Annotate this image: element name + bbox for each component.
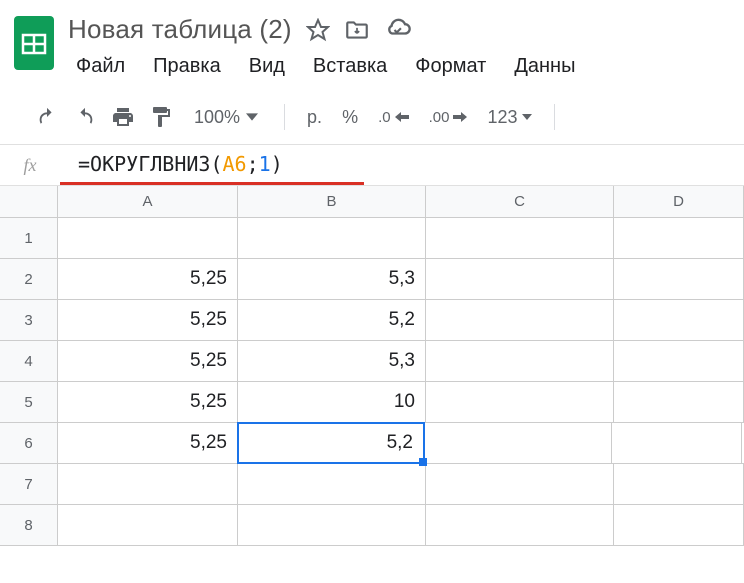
cell[interactable] [614, 341, 744, 381]
cell[interactable] [426, 259, 614, 299]
row-2: 2 5,25 5,3 [0, 259, 744, 300]
increase-decimal-button[interactable]: .00 [421, 100, 476, 134]
cell[interactable]: 5,25 [58, 300, 238, 340]
cell[interactable]: 5,25 [58, 259, 238, 299]
row-header[interactable]: 2 [0, 259, 58, 299]
row-header[interactable]: 3 [0, 300, 58, 340]
menu-format[interactable]: Формат [407, 53, 494, 80]
chevron-down-icon [522, 113, 532, 121]
col-header-c[interactable]: C [426, 186, 614, 217]
paint-format-button[interactable] [144, 100, 178, 134]
spreadsheet-grid: A B C D 1 2 5,25 5,3 3 5,25 5,2 4 5,25 5… [0, 186, 744, 546]
column-headers: A B C D [0, 186, 744, 218]
row-header[interactable]: 5 [0, 382, 58, 422]
row-header[interactable]: 4 [0, 341, 58, 381]
chevron-down-icon [246, 111, 258, 123]
cell[interactable] [58, 505, 238, 545]
sheets-app-icon[interactable] [8, 8, 60, 78]
row-1: 1 [0, 218, 744, 259]
cell[interactable] [614, 382, 744, 422]
fill-handle[interactable] [419, 458, 427, 466]
cell[interactable]: 5,3 [238, 259, 426, 299]
cell[interactable] [614, 218, 744, 258]
row-header[interactable]: 8 [0, 505, 58, 545]
menu-insert[interactable]: Вставка [305, 53, 395, 80]
row-3: 3 5,25 5,2 [0, 300, 744, 341]
cell[interactable] [58, 464, 238, 504]
col-header-a[interactable]: A [58, 186, 238, 217]
row-8: 8 [0, 505, 744, 546]
cell[interactable] [58, 218, 238, 258]
cell[interactable] [614, 505, 744, 545]
menu-view[interactable]: Вид [241, 53, 293, 80]
cell[interactable] [614, 259, 744, 299]
menu-file[interactable]: Файл [68, 53, 133, 80]
cell[interactable]: 5,2 [238, 300, 426, 340]
row-header[interactable]: 6 [0, 423, 58, 463]
cell[interactable]: 10 [238, 382, 426, 422]
cloud-status-icon[interactable] [384, 16, 412, 44]
cell[interactable] [426, 382, 614, 422]
percent-button[interactable]: % [334, 100, 366, 134]
cell[interactable] [238, 218, 426, 258]
row-4: 4 5,25 5,3 [0, 341, 744, 382]
title-area: Новая таблица (2) Файл Правка Вид Вставк… [60, 8, 744, 90]
cell[interactable]: 5,3 [238, 341, 426, 381]
cell[interactable] [426, 300, 614, 340]
separator [554, 104, 555, 130]
cell[interactable] [614, 464, 744, 504]
star-icon[interactable] [306, 18, 330, 42]
toolbar: 100% р. % .0 .00 123 [0, 90, 744, 144]
decrease-decimal-button[interactable]: .0 [370, 100, 417, 134]
active-cell[interactable]: 5,2 [237, 422, 425, 464]
currency-button[interactable]: р. [299, 100, 330, 134]
formula-bar: fx =ОКРУГЛВНИЗ(A6;1) [0, 144, 744, 186]
redo-button[interactable] [68, 100, 102, 134]
cell[interactable] [426, 464, 614, 504]
cell[interactable] [612, 423, 742, 463]
cell[interactable] [614, 300, 744, 340]
row-6: 6 5,25 5,2 [0, 423, 744, 464]
separator [284, 104, 285, 130]
cell[interactable] [238, 464, 426, 504]
zoom-value: 100% [194, 107, 240, 128]
cell[interactable] [426, 341, 614, 381]
title-row: Новая таблица (2) [68, 8, 744, 47]
formula-input[interactable]: =ОКРУГЛВНИЗ(A6;1) [60, 145, 364, 185]
col-header-b[interactable]: B [238, 186, 426, 217]
print-button[interactable] [106, 100, 140, 134]
arrow-left-icon [395, 112, 409, 122]
cell[interactable]: 5,25 [58, 341, 238, 381]
menu-edit[interactable]: Правка [145, 53, 229, 80]
arrow-right-icon [453, 112, 467, 122]
menubar: Файл Правка Вид Вставка Формат Данны [68, 47, 744, 90]
undo-button[interactable] [30, 100, 64, 134]
row-header[interactable]: 7 [0, 464, 58, 504]
header: Новая таблица (2) Файл Правка Вид Вставк… [0, 0, 744, 90]
row-header[interactable]: 1 [0, 218, 58, 258]
row-7: 7 [0, 464, 744, 505]
row-5: 5 5,25 10 [0, 382, 744, 423]
document-title[interactable]: Новая таблица (2) [68, 14, 292, 45]
cell[interactable] [426, 218, 614, 258]
select-all-corner[interactable] [0, 186, 58, 217]
cell[interactable] [424, 423, 612, 463]
zoom-dropdown[interactable]: 100% [182, 107, 270, 128]
cell[interactable] [426, 505, 614, 545]
cell[interactable]: 5,25 [58, 423, 238, 463]
cell[interactable]: 5,25 [58, 382, 238, 422]
col-header-d[interactable]: D [614, 186, 744, 217]
menu-data[interactable]: Данны [506, 53, 583, 80]
cell[interactable] [238, 505, 426, 545]
move-folder-icon[interactable] [344, 17, 370, 43]
number-format-dropdown[interactable]: 123 [479, 100, 539, 134]
fx-icon: fx [0, 155, 60, 176]
